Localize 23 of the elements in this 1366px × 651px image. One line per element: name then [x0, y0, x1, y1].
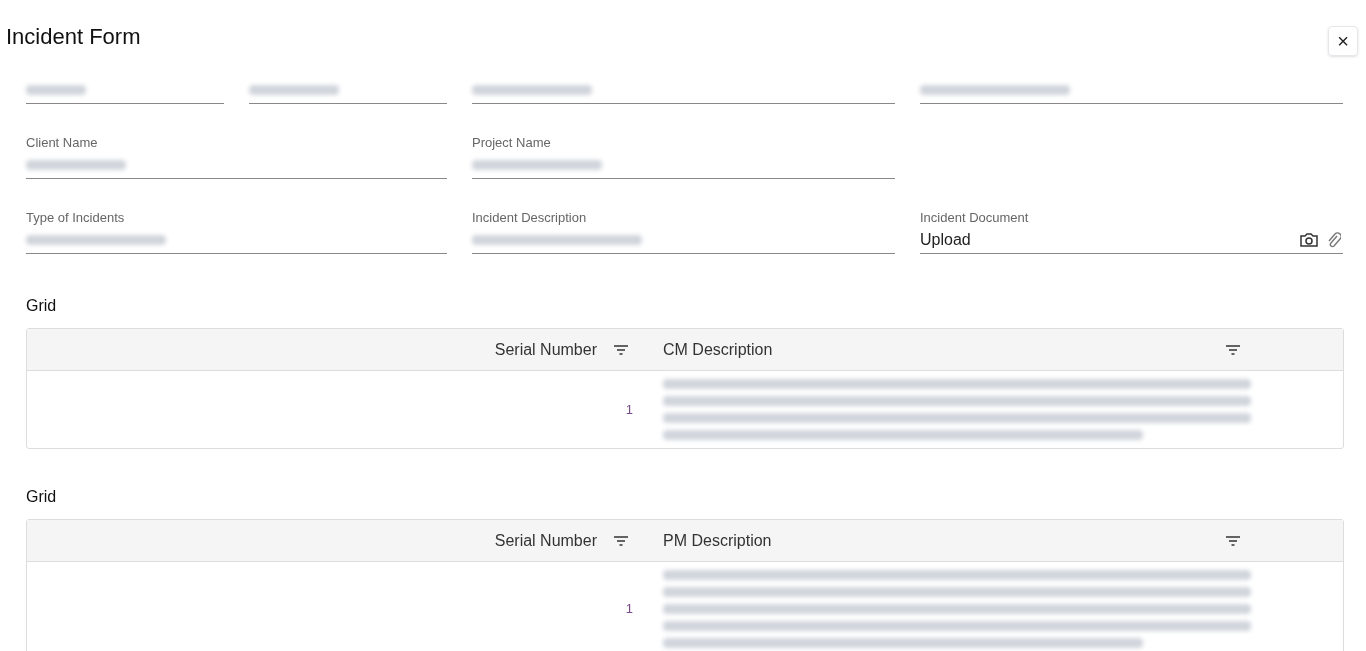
column-header[interactable]: Serial Number — [494, 528, 597, 553]
column-header[interactable]: Serial Number — [494, 337, 597, 362]
grid-title: Grid — [26, 296, 57, 316]
field-label: Incident Description — [472, 210, 587, 226]
column-header[interactable]: PM Description — [663, 528, 772, 553]
field-label: Incident Document — [920, 210, 1029, 226]
close-button[interactable]: × — [1328, 26, 1358, 56]
field-label: Project Name — [472, 135, 551, 151]
upload-field[interactable]: Upload — [920, 226, 1343, 254]
table-cell-text: 1 — [625, 400, 633, 419]
column-header[interactable]: CM Description — [663, 337, 773, 362]
filter-icon[interactable] — [1225, 534, 1241, 547]
blurred-text — [26, 84, 86, 95]
table-cell-text: 1 — [625, 600, 633, 619]
grid-title: Grid — [26, 487, 57, 507]
field-label: Type of Incidents — [26, 210, 125, 226]
filter-icon[interactable] — [613, 343, 629, 356]
filter-icon[interactable] — [613, 534, 629, 547]
camera-icon[interactable] — [1299, 231, 1319, 248]
filter-icon[interactable] — [1225, 343, 1241, 356]
field-label: Client Name — [26, 135, 98, 151]
form-title: Incident Form — [6, 22, 141, 51]
paperclip-icon[interactable] — [1327, 230, 1341, 249]
